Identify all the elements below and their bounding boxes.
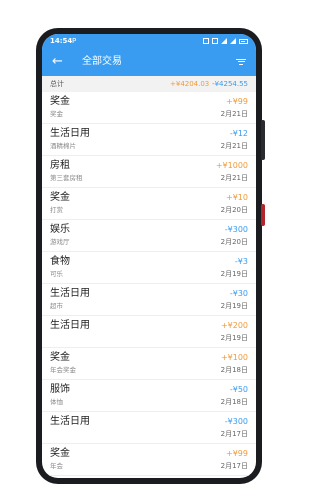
wifi-icon [221,38,227,44]
transaction-row[interactable]: 奖金年会奖金 +¥100 2月18日 [42,348,256,380]
transaction-amount: -¥12 [229,129,248,138]
transaction-note: 体恤 [50,398,63,406]
phone-frame: 14:54 P ← 全部交易 总计 +¥4204.03 -¥4254.55 奖金… [36,28,265,484]
transaction-amount: +¥100 [220,353,248,362]
transaction-amount: -¥300 [224,225,248,234]
transaction-amount: +¥99 [226,449,248,458]
transaction-amount: +¥200 [220,321,248,330]
transaction-row[interactable]: 奖金打赏 +¥10 2月20日 [42,188,256,220]
transaction-list: 奖金 奖金 +¥99 2月21日 生活日用 酒精棉片 -¥12 2月21日 房租 第三套房租 +¥1… [42,92,256,476]
transaction-row[interactable]: 房租第三套房租 +¥1000 2月21日 [42,156,256,188]
transaction-date: 2月19日 [220,302,248,310]
transaction-amount: +¥1000 [215,161,248,170]
transaction-row[interactable]: 服饰体恤 -¥50 2月18日 [42,380,256,412]
transaction-category: 食物 [50,256,70,267]
back-arrow-icon[interactable]: ← [52,54,63,70]
transaction-date: 2月17日 [220,462,248,470]
transaction-note: 酒精棉片 [50,142,76,150]
transaction-amount: -¥300 [224,417,248,426]
transaction-row[interactable]: 生活日用超市 -¥30 2月19日 [42,284,256,316]
transaction-date: 2月18日 [220,398,248,406]
transaction-note: 可乐 [50,270,63,278]
nfc-icon [203,38,209,44]
transaction-date: 2月21日 [220,174,248,182]
app-bar: ← 全部交易 [42,48,256,76]
transaction-row[interactable]: 生活日用酒精棉片 -¥12 2月21日 [42,124,256,156]
transaction-category: 生活日用 [50,128,90,139]
transaction-date: 2月19日 [220,270,248,278]
summary-income: +¥4204.03 [170,80,210,88]
status-icons [203,34,248,48]
page-title: 全部交易 [82,56,122,67]
transaction-note: 超市 [50,302,63,310]
transaction-date: 2月18日 [220,366,248,374]
transaction-row[interactable]: 食物可乐 -¥3 2月19日 [42,252,256,284]
transaction-amount: +¥10 [226,193,248,202]
transaction-date: 2月21日 [220,142,248,150]
side-key [261,204,265,226]
transaction-category: 房租 [50,160,70,171]
status-time: 14:54 [50,37,73,45]
transaction-date: 2月17日 [220,430,248,438]
summary-expense: -¥4254.55 [212,80,248,88]
transaction-row[interactable]: 娱乐游戏厅 -¥300 2月20日 [42,220,256,252]
transaction-note: 游戏厅 [50,238,70,246]
transaction-row[interactable]: 奖金 奖金 +¥99 2月21日 [42,92,256,124]
transaction-row[interactable]: 奖金年会 +¥99 2月17日 [42,444,256,476]
transaction-category: 奖金 [50,96,70,107]
transaction-amount: -¥3 [234,257,248,266]
transaction-date: 2月20日 [220,206,248,214]
vibrate-icon [212,38,218,44]
summary-bar: 总计 +¥4204.03 -¥4254.55 [42,76,256,92]
transaction-category: 生活日用 [50,288,90,299]
transaction-amount: +¥99 [226,97,248,106]
transaction-note: 打赏 [50,206,63,214]
transaction-note: 年会奖金 [50,366,76,374]
transaction-category: 奖金 [50,192,70,203]
transaction-category: 生活日用 [50,416,90,427]
transaction-category: 生活日用 [50,320,90,331]
transaction-note: 年会 [50,462,63,470]
transaction-category: 奖金 [50,352,70,363]
transaction-amount: -¥50 [229,385,248,394]
transaction-note: 奖金 [50,110,63,118]
notification-icon: P [72,37,77,45]
transaction-category: 服饰 [50,384,70,395]
battery-icon [239,38,248,44]
signal-icon [230,38,236,44]
transaction-date: 2月19日 [220,334,248,342]
transaction-date: 2月21日 [220,110,248,118]
transaction-category: 娱乐 [50,224,70,235]
transaction-note: 第三套房租 [50,174,83,182]
filter-icon[interactable] [236,57,246,67]
summary-label: 总计 [50,80,64,88]
screen: 14:54 P ← 全部交易 总计 +¥4204.03 -¥4254.55 奖金… [42,34,256,478]
transaction-date: 2月20日 [220,238,248,246]
transaction-row[interactable]: 生活日用 -¥300 2月17日 [42,412,256,444]
transaction-amount: -¥30 [229,289,248,298]
status-bar: 14:54 P [42,34,256,48]
power-button [261,120,265,160]
transaction-row[interactable]: 生活日用 +¥200 2月19日 [42,316,256,348]
transaction-category: 奖金 [50,448,70,459]
